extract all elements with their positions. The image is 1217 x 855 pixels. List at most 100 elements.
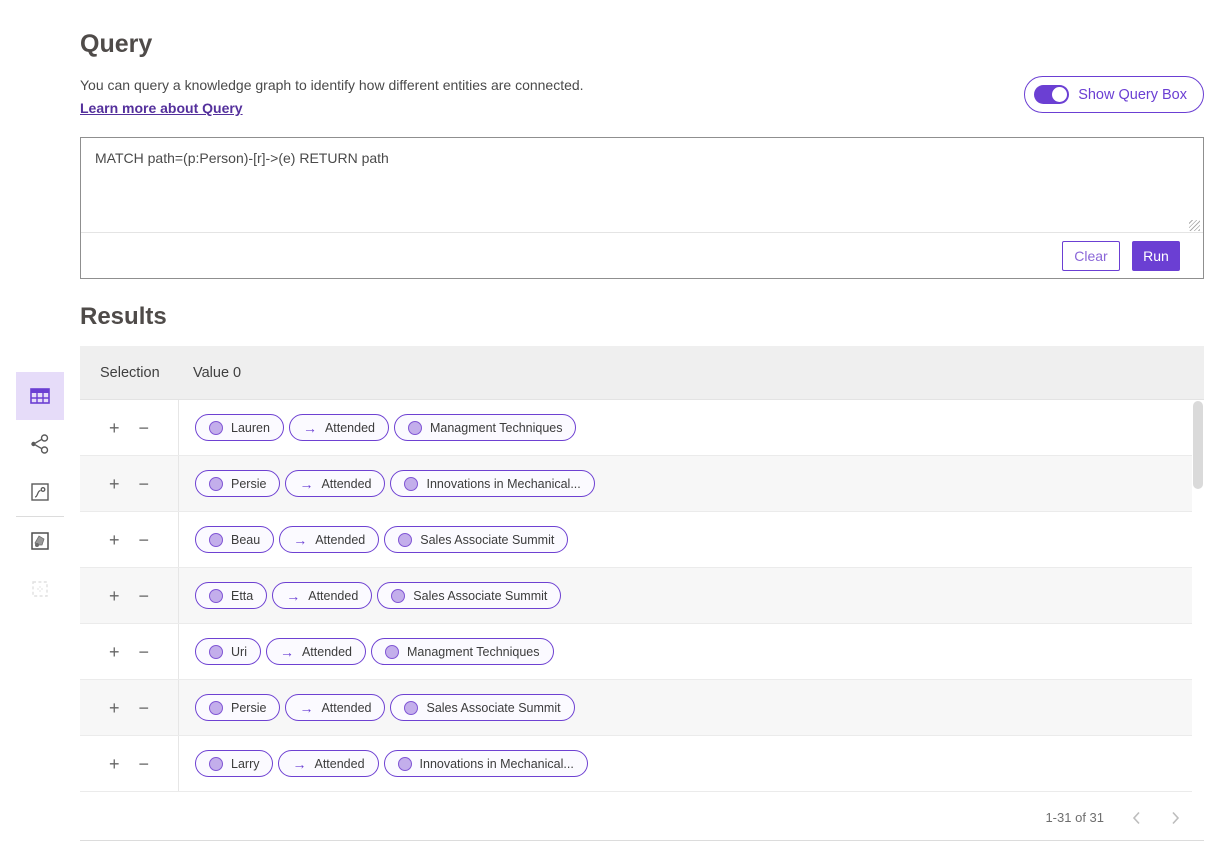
edge-chip[interactable]: → Attended xyxy=(272,582,372,609)
row-add-button[interactable]: + xyxy=(107,529,122,551)
map-icon xyxy=(28,529,52,553)
table-scrollbar-thumb[interactable] xyxy=(1193,401,1203,489)
table-header-row: Selection Value 0 xyxy=(80,346,1204,400)
node-label: Persie xyxy=(231,701,266,715)
node-circle-icon xyxy=(209,701,223,715)
row-selection-cell: + − xyxy=(80,736,179,791)
clear-button[interactable]: Clear xyxy=(1062,241,1120,271)
column-header-value: Value 0 xyxy=(179,365,241,381)
row-add-button[interactable]: + xyxy=(107,417,122,439)
node-chip-target[interactable]: Sales Associate Summit xyxy=(377,582,561,609)
node-chip-source[interactable]: Beau xyxy=(195,526,274,553)
node-label: Sales Associate Summit xyxy=(426,701,560,715)
node-chip-source[interactable]: Persie xyxy=(195,694,280,721)
row-value-cell: Persie → Attended Sales Associate Summit xyxy=(179,694,575,721)
edge-chip[interactable]: → Attended xyxy=(285,470,385,497)
node-chip-target[interactable]: Sales Associate Summit xyxy=(384,526,568,553)
toggle-switch-icon[interactable] xyxy=(1034,85,1069,104)
row-remove-button[interactable]: − xyxy=(137,529,152,551)
node-chip-source[interactable]: Uri xyxy=(195,638,261,665)
node-chip-target[interactable]: Managment Techniques xyxy=(371,638,554,665)
node-chip-source[interactable]: Lauren xyxy=(195,414,284,441)
edge-arrow-icon: → xyxy=(292,757,306,771)
edge-chip[interactable]: → Attended xyxy=(266,638,366,665)
row-remove-button[interactable]: − xyxy=(137,753,152,775)
node-circle-icon xyxy=(404,701,418,715)
row-remove-button[interactable]: − xyxy=(137,473,152,495)
edge-label: Attended xyxy=(314,757,364,771)
sidebar-item-link-chart-view[interactable] xyxy=(16,420,64,468)
edge-label: Attended xyxy=(321,477,371,491)
node-circle-icon xyxy=(404,477,418,491)
table-row: + − Beau → Attended Sales Associate Summ… xyxy=(80,512,1192,568)
node-label: Persie xyxy=(231,477,266,491)
node-circle-icon xyxy=(398,533,412,547)
edge-arrow-icon: → xyxy=(299,477,313,491)
node-label: Uri xyxy=(231,645,247,659)
sidebar-item-map-view[interactable] xyxy=(16,517,64,565)
row-add-button[interactable]: + xyxy=(107,473,122,495)
table-row: + − Persie → Attended Sales Associate Su… xyxy=(80,680,1192,736)
edge-label: Attended xyxy=(315,533,365,547)
row-remove-button[interactable]: − xyxy=(137,697,152,719)
sidebar-item-chart-view[interactable] xyxy=(16,468,64,516)
node-chip-target[interactable]: Innovations in Mechanical... xyxy=(390,470,594,497)
node-chip-target[interactable]: Managment Techniques xyxy=(394,414,577,441)
row-selection-cell: + − xyxy=(80,624,179,679)
chevron-left-icon xyxy=(1132,811,1141,825)
results-view-switcher xyxy=(16,372,64,613)
table-row: + − Larry → Attended Innovations in Mech… xyxy=(80,736,1192,792)
layout-icon xyxy=(28,577,52,601)
edge-chip[interactable]: → Attended xyxy=(285,694,385,721)
edge-label: Attended xyxy=(308,589,358,603)
row-add-button[interactable]: + xyxy=(107,641,122,663)
table-row: + − Uri → Attended Managment Techniques xyxy=(80,624,1192,680)
row-value-cell: Persie → Attended Innovations in Mechani… xyxy=(179,470,595,497)
edge-chip[interactable]: → Attended xyxy=(278,750,378,777)
node-circle-icon xyxy=(385,645,399,659)
row-value-cell: Uri → Attended Managment Techniques xyxy=(179,638,554,665)
sidebar-item-layout-view xyxy=(16,565,64,613)
row-add-button[interactable]: + xyxy=(107,753,122,775)
node-circle-icon xyxy=(209,421,223,435)
node-label: Innovations in Mechanical... xyxy=(420,757,574,771)
table-row: + − Lauren → Attended Managment Techniqu… xyxy=(80,400,1192,456)
query-panel: MATCH path=(p:Person)-[r]->(e) RETURN pa… xyxy=(80,137,1204,279)
row-add-button[interactable]: + xyxy=(107,697,122,719)
row-remove-button[interactable]: − xyxy=(137,641,152,663)
toggle-label: Show Query Box xyxy=(1078,87,1187,103)
edge-arrow-icon: → xyxy=(299,701,313,715)
pagination-next-button[interactable] xyxy=(1169,809,1182,827)
row-remove-button[interactable]: − xyxy=(137,417,152,439)
query-input[interactable]: MATCH path=(p:Person)-[r]->(e) RETURN pa… xyxy=(81,138,1203,231)
node-circle-icon xyxy=(209,477,223,491)
node-circle-icon xyxy=(209,533,223,547)
row-remove-button[interactable]: − xyxy=(137,585,152,607)
run-button[interactable]: Run xyxy=(1132,241,1180,271)
node-chip-target[interactable]: Innovations in Mechanical... xyxy=(384,750,588,777)
sidebar-item-table-view[interactable] xyxy=(16,372,64,420)
node-chip-source[interactable]: Persie xyxy=(195,470,280,497)
node-chip-target[interactable]: Sales Associate Summit xyxy=(390,694,574,721)
node-label: Lauren xyxy=(231,421,270,435)
edge-label: Attended xyxy=(321,701,371,715)
node-circle-icon xyxy=(209,757,223,771)
row-value-cell: Larry → Attended Innovations in Mechanic… xyxy=(179,750,588,777)
table-body: + − Lauren → Attended Managment Techniqu… xyxy=(80,400,1204,795)
table-row: + − Persie → Attended Innovations in Mec… xyxy=(80,456,1192,512)
column-header-selection: Selection xyxy=(80,365,179,381)
node-label: Sales Associate Summit xyxy=(413,589,547,603)
row-add-button[interactable]: + xyxy=(107,585,122,607)
show-query-box-toggle[interactable]: Show Query Box xyxy=(1024,76,1204,113)
textarea-resize-grip[interactable] xyxy=(1189,220,1200,231)
learn-more-link[interactable]: Learn more about Query xyxy=(80,100,243,116)
pagination-prev-button[interactable] xyxy=(1130,809,1143,827)
edge-chip[interactable]: → Attended xyxy=(289,414,389,441)
edge-chip[interactable]: → Attended xyxy=(279,526,379,553)
node-circle-icon xyxy=(391,589,405,603)
node-chip-source[interactable]: Larry xyxy=(195,750,273,777)
query-page: Query You can query a knowledge graph to… xyxy=(0,0,1217,855)
table-scrollbar-track[interactable] xyxy=(1192,401,1204,794)
node-circle-icon xyxy=(408,421,422,435)
node-chip-source[interactable]: Etta xyxy=(195,582,267,609)
